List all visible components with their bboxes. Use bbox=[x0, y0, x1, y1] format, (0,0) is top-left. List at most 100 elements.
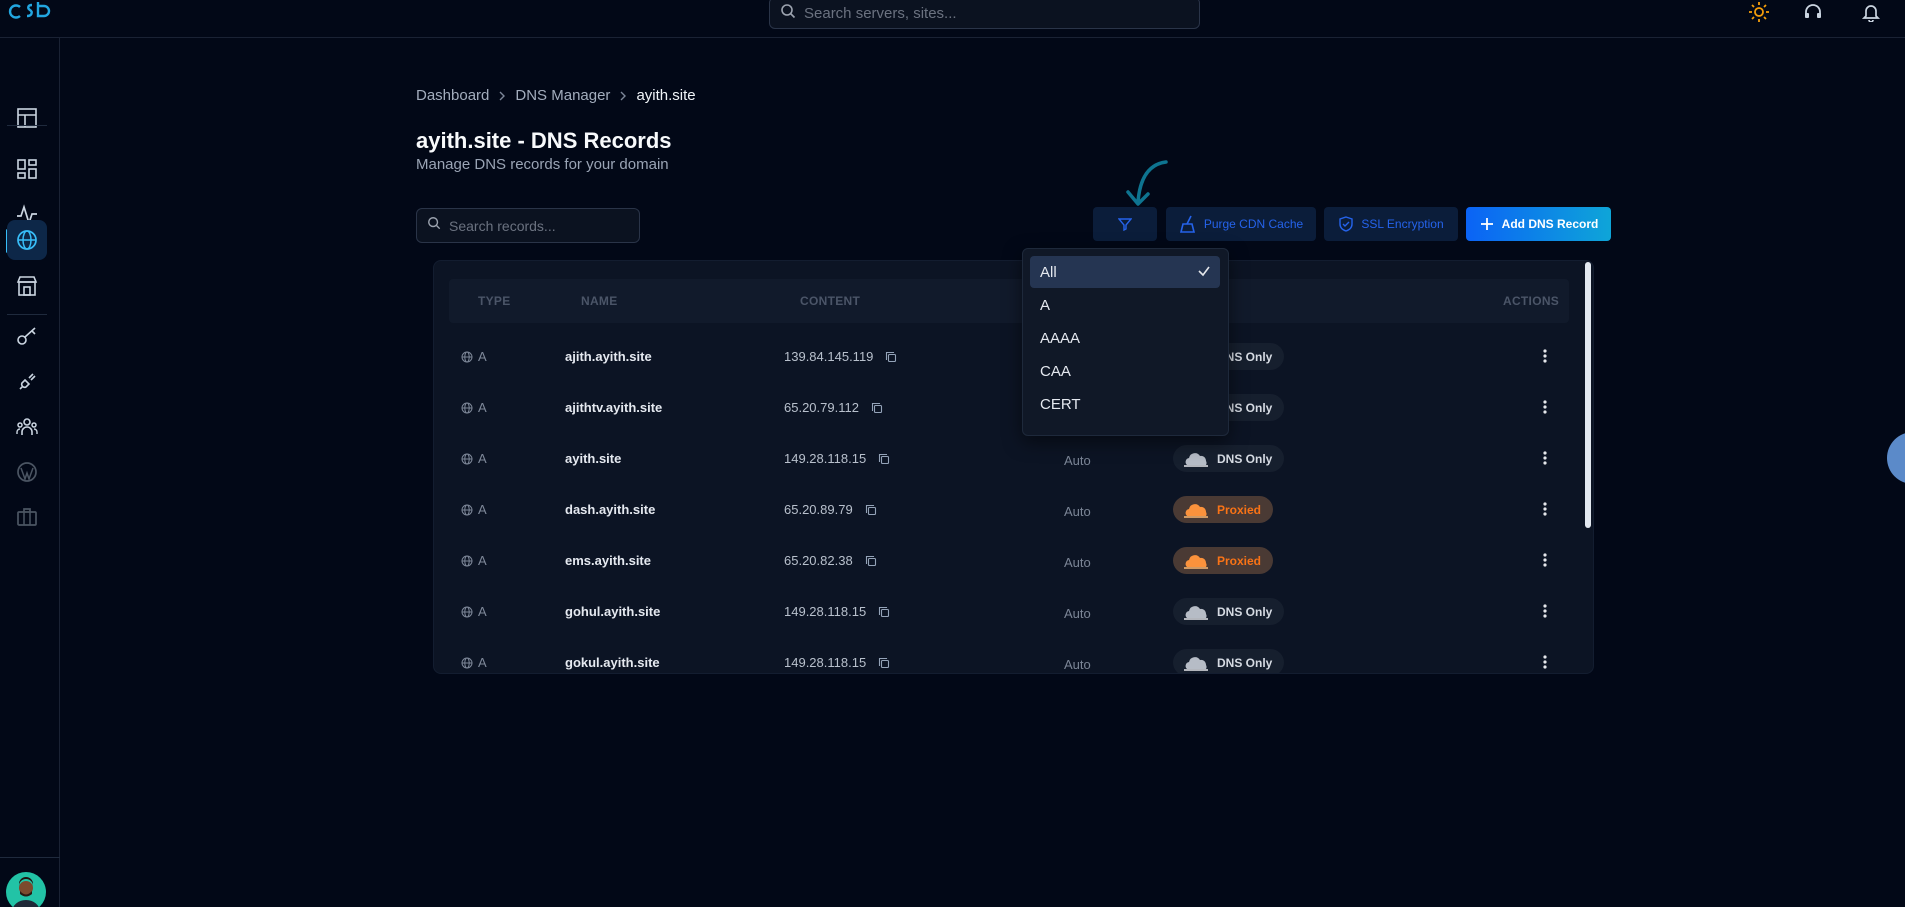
sidebar-item-integrations[interactable] bbox=[7, 362, 47, 402]
records-search-field[interactable] bbox=[449, 217, 629, 234]
proxy-status-badge[interactable]: Proxied bbox=[1173, 547, 1274, 574]
breadcrumb: Dashboard DNS Manager ayith.site bbox=[416, 87, 696, 104]
globe-icon bbox=[461, 351, 473, 362]
more-actions-icon[interactable] bbox=[1535, 397, 1555, 417]
sidebar-item-apps[interactable] bbox=[7, 149, 47, 189]
globe-icon bbox=[461, 606, 473, 617]
global-search-field[interactable] bbox=[804, 4, 1184, 22]
column-header-name[interactable]: NAME bbox=[581, 294, 618, 308]
table-row[interactable]: A ajithtv.ayith.site 65.20.79.112 DNS On… bbox=[449, 383, 1569, 433]
breadcrumb-dns-manager-link[interactable]: DNS Manager bbox=[515, 87, 610, 104]
filter-button[interactable] bbox=[1093, 207, 1157, 241]
table-row[interactable]: A ayith.site 149.28.118.15 Auto DNS Only bbox=[449, 434, 1569, 484]
record-content: 139.84.145.119 bbox=[784, 349, 897, 364]
top-bar bbox=[0, 0, 1905, 38]
copy-icon[interactable] bbox=[878, 606, 890, 618]
table-scrollbar[interactable] bbox=[1585, 262, 1591, 528]
copy-icon[interactable] bbox=[865, 504, 877, 516]
proxy-status-badge[interactable]: DNS Only bbox=[1173, 598, 1285, 625]
more-actions-icon[interactable] bbox=[1535, 550, 1555, 570]
records-search-input[interactable] bbox=[416, 208, 640, 243]
filter-option-aaaa[interactable]: AAAA bbox=[1030, 322, 1220, 354]
user-avatar[interactable] bbox=[6, 872, 46, 907]
copy-icon[interactable] bbox=[878, 453, 890, 465]
filter-option-cert[interactable]: CERT bbox=[1030, 388, 1220, 420]
briefcase-icon bbox=[17, 508, 37, 526]
sidebar-item-store[interactable] bbox=[7, 266, 47, 306]
copy-icon[interactable] bbox=[885, 351, 897, 363]
purge-cdn-cache-label: Purge CDN Cache bbox=[1203, 217, 1304, 231]
record-type: A bbox=[461, 400, 487, 415]
copy-icon[interactable] bbox=[865, 555, 877, 567]
record-type: A bbox=[461, 604, 487, 619]
more-actions-icon[interactable] bbox=[1535, 448, 1555, 468]
search-icon bbox=[427, 216, 441, 235]
more-actions-icon[interactable] bbox=[1535, 652, 1555, 672]
copy-icon[interactable] bbox=[871, 402, 883, 414]
cloud-icon bbox=[1184, 554, 1208, 569]
table-row[interactable]: A gokul.ayith.site 149.28.118.15 Auto DN… bbox=[449, 638, 1569, 673]
proxy-status-badge[interactable]: DNS Only bbox=[1173, 649, 1285, 673]
sidebar-item-dns[interactable] bbox=[7, 220, 47, 260]
proxy-status-badge[interactable]: Proxied bbox=[1173, 496, 1274, 523]
copy-icon[interactable] bbox=[878, 657, 890, 669]
globe-icon bbox=[461, 555, 473, 566]
sidebar-item-wordpress[interactable] bbox=[7, 452, 47, 492]
record-content: 149.28.118.15 bbox=[784, 655, 890, 670]
breadcrumb-dashboard-link[interactable]: Dashboard bbox=[416, 87, 489, 104]
sidebar-item-keys[interactable] bbox=[7, 316, 47, 356]
table-row[interactable]: A gohul.ayith.site 149.28.118.15 Auto DN… bbox=[449, 587, 1569, 637]
support-headset-icon[interactable] bbox=[1801, 0, 1825, 24]
type-filter-dropdown: All A AAAA CAA CERT bbox=[1022, 248, 1229, 436]
globe-icon bbox=[461, 402, 473, 413]
ssl-encryption-label: SSL Encryption bbox=[1361, 217, 1444, 231]
team-icon bbox=[16, 418, 38, 435]
cloud-icon bbox=[1184, 503, 1208, 518]
filter-option-caa[interactable]: CAA bbox=[1030, 355, 1220, 387]
theme-toggle-sun-icon[interactable] bbox=[1747, 0, 1771, 24]
cloud-icon bbox=[1184, 605, 1208, 620]
record-name: ayith.site bbox=[565, 451, 622, 466]
proxy-status-badge[interactable]: DNS Only bbox=[1173, 445, 1285, 472]
search-icon bbox=[780, 3, 796, 24]
more-actions-icon[interactable] bbox=[1535, 601, 1555, 621]
cloud-icon bbox=[1184, 452, 1208, 467]
brand-logo[interactable] bbox=[8, 0, 54, 24]
floating-help-button[interactable] bbox=[1887, 432, 1905, 484]
more-actions-icon[interactable] bbox=[1535, 499, 1555, 519]
filter-icon bbox=[1118, 218, 1132, 231]
sidebar-item-team[interactable] bbox=[7, 407, 47, 447]
filter-option-all[interactable]: All bbox=[1030, 256, 1220, 288]
apps-grid-icon bbox=[17, 159, 37, 179]
column-header-content[interactable]: CONTENT bbox=[800, 294, 860, 308]
ssl-encryption-button[interactable]: SSL Encryption bbox=[1324, 207, 1458, 241]
key-icon bbox=[17, 327, 36, 345]
breadcrumb-current: ayith.site bbox=[636, 87, 696, 104]
global-search-input[interactable] bbox=[769, 0, 1200, 29]
wordpress-icon bbox=[17, 462, 37, 482]
chevron-right-icon bbox=[618, 91, 628, 101]
chevron-right-icon bbox=[497, 91, 507, 101]
record-name: dash.ayith.site bbox=[565, 502, 656, 517]
record-name: ems.ayith.site bbox=[565, 553, 651, 568]
sidebar-item-briefcase[interactable] bbox=[7, 497, 47, 537]
column-header-type[interactable]: TYPE bbox=[478, 294, 511, 308]
sidebar-item-dashboard[interactable] bbox=[7, 98, 47, 138]
globe-icon bbox=[461, 657, 473, 668]
notifications-bell-icon[interactable] bbox=[1859, 0, 1883, 24]
record-content: 149.28.118.15 bbox=[784, 451, 890, 466]
table-row[interactable]: A ajith.ayith.site 139.84.145.119 DNS On… bbox=[449, 332, 1569, 382]
purge-cdn-cache-button[interactable]: Purge CDN Cache bbox=[1166, 207, 1316, 241]
table-row[interactable]: A ems.ayith.site 65.20.82.38 Auto Proxie… bbox=[449, 536, 1569, 586]
filter-option-a[interactable]: A bbox=[1030, 289, 1220, 321]
sidebar-divider bbox=[7, 314, 47, 315]
table-row[interactable]: A dash.ayith.site 65.20.89.79 Auto Proxi… bbox=[449, 485, 1569, 535]
more-actions-icon[interactable] bbox=[1535, 346, 1555, 366]
sidebar-divider bbox=[7, 125, 47, 126]
add-dns-record-button[interactable]: Add DNS Record bbox=[1466, 207, 1611, 241]
record-content: 149.28.118.15 bbox=[784, 604, 890, 619]
record-content: 65.20.82.38 bbox=[784, 553, 877, 568]
record-ttl: Auto bbox=[1064, 453, 1091, 468]
record-content: 65.20.79.112 bbox=[784, 400, 883, 415]
record-type: A bbox=[461, 451, 487, 466]
